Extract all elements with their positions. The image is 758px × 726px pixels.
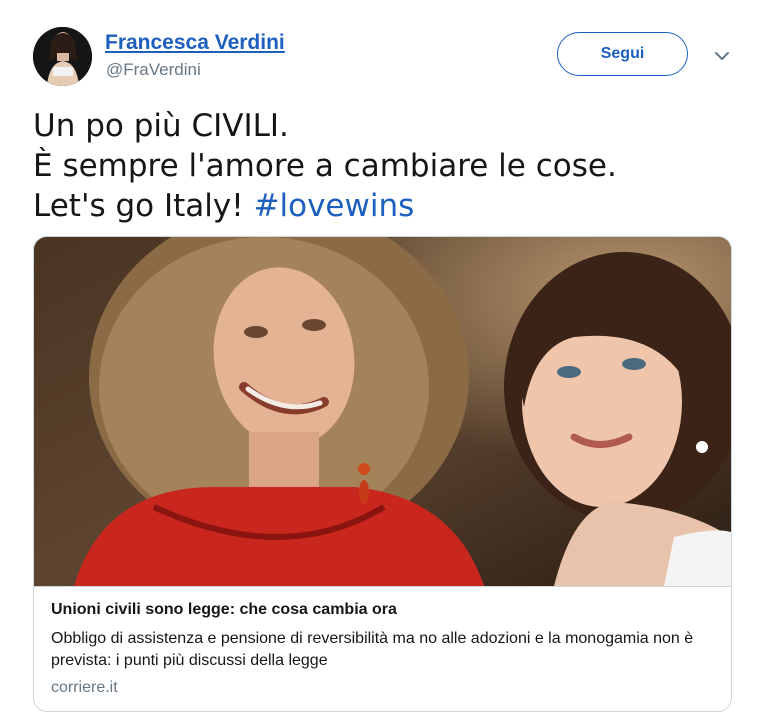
follow-button[interactable]: Segui: [557, 32, 688, 76]
link-preview-card[interactable]: Unioni civili sono legge: che cosa cambi…: [33, 236, 732, 712]
tweet-line-3: Let's go Italy! #lovewins: [33, 186, 733, 226]
tweet-line-3-text: Let's go Italy!: [33, 188, 254, 224]
tweet-line-2: È sempre l'amore a cambiare le cose.: [33, 148, 617, 184]
tweet-line-1: Un po più CIVILI.: [33, 108, 289, 144]
avatar-photo: [33, 27, 92, 86]
user-handle[interactable]: @FraVerdini: [106, 60, 201, 80]
tweet-text: Un po più CIVILI. È sempre l'amore a cam…: [33, 106, 733, 226]
hashtag-link[interactable]: #lovewins: [254, 188, 415, 224]
user-display-name[interactable]: Francesca Verdini: [105, 31, 285, 55]
chevron-down-icon[interactable]: [711, 48, 733, 64]
card-description: Obbligo di assistenza e pensione di reve…: [51, 630, 694, 669]
card-body[interactable]: Unioni civili sono legge: che cosa cambi…: [34, 586, 731, 711]
card-title[interactable]: Unioni civili sono legge: che cosa cambi…: [51, 601, 397, 619]
card-photo: [34, 237, 731, 586]
card-domain: corriere.it: [51, 679, 118, 696]
avatar[interactable]: [33, 27, 92, 86]
card-image[interactable]: [34, 237, 731, 586]
